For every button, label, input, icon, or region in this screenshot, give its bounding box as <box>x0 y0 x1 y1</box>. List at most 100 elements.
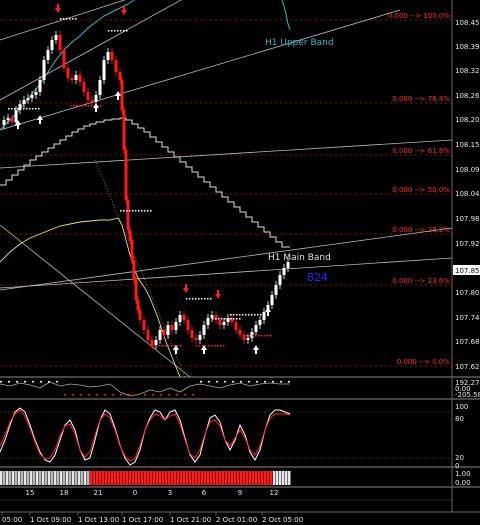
indicator3-bar <box>66 471 69 485</box>
date-label: 2 Oct 01:00 <box>216 516 257 524</box>
stop-dot <box>38 108 40 110</box>
indicator1-dot <box>232 381 234 383</box>
bull-candle <box>94 95 98 102</box>
bull-candle <box>254 325 258 332</box>
stop-dot <box>220 345 222 347</box>
stop-dot <box>254 314 256 316</box>
indicator3-bar <box>243 471 246 485</box>
indicator1-dot <box>56 381 58 383</box>
indicator3-bar <box>189 471 192 485</box>
bull-candle <box>98 80 102 95</box>
price-tick-label: 108.205 <box>455 116 480 124</box>
stop-dot <box>249 335 251 337</box>
stop-dot <box>218 318 220 320</box>
indicator3-bar <box>174 471 177 485</box>
bear-candle <box>142 320 146 330</box>
h1-main-band <box>0 117 290 248</box>
stop-dot <box>159 345 161 347</box>
indicator1-dot <box>64 394 66 396</box>
indicator3-bar <box>234 471 237 485</box>
indicator3-bar <box>156 471 159 485</box>
indicator-pane-3[interactable]: 1.00 0.00 <box>0 470 471 487</box>
stop-dot <box>23 108 25 110</box>
indicator3-bar <box>45 471 48 485</box>
stop-dot <box>211 345 213 347</box>
stop-dot <box>264 335 266 337</box>
indicator1-dot <box>272 381 274 383</box>
fib-level-label: 0.000 --> 76.4% <box>392 95 450 103</box>
indicator-pane-2-stochastic[interactable]: 100 80 20 0 <box>0 403 468 470</box>
indicator3-bar <box>81 471 84 485</box>
stop-dot <box>126 210 128 212</box>
trendline[interactable] <box>0 224 191 378</box>
bull-candle <box>106 52 110 60</box>
indicator1-dot <box>248 381 250 383</box>
trendline[interactable] <box>0 227 453 291</box>
indicator3-bar <box>111 471 114 485</box>
stop-dot <box>144 210 146 212</box>
stop-dot <box>252 335 254 337</box>
stop-dot <box>215 318 217 320</box>
bear-candle <box>66 68 70 78</box>
current-price: 107.852 <box>455 267 480 275</box>
indicator3-bar <box>252 471 255 485</box>
stop-dot <box>79 105 81 107</box>
trendline[interactable] <box>94 159 186 378</box>
date-label: 1 Oct 17:00 <box>122 516 163 524</box>
bull-candle <box>158 330 162 340</box>
stop-dot <box>20 108 22 110</box>
bear-candle <box>150 340 154 345</box>
bear-candle <box>146 330 150 340</box>
indicator3-bar <box>105 471 108 485</box>
stop-dot <box>162 345 164 347</box>
stop-dot <box>135 210 137 212</box>
trendline[interactable] <box>0 9 401 131</box>
stop-dot <box>76 105 78 107</box>
session-label: 15 <box>26 489 35 497</box>
stop-dot <box>221 318 223 320</box>
stop-dot <box>261 335 263 337</box>
ind2-tick: 20 <box>455 454 464 462</box>
trendline[interactable] <box>0 257 453 289</box>
bear-candle <box>78 75 82 82</box>
bull-candle <box>178 315 182 322</box>
indicator1-dot <box>120 394 122 396</box>
bull-candle <box>206 318 210 325</box>
bull-candle <box>210 315 214 318</box>
time-axis[interactable]: 05:00 1 Oct 09:00 1 Oct 13:00 1 Oct 17:00 1 … <box>1 512 303 524</box>
price-tick-label: 108.455 <box>455 19 480 27</box>
stop-dot <box>195 298 197 300</box>
price-tick-label: 108.155 <box>455 141 480 149</box>
stop-dot <box>260 314 262 316</box>
indicator3-bar <box>270 471 273 485</box>
stop-dot <box>147 210 149 212</box>
indicator1-dot <box>16 381 18 383</box>
indicator3-bar <box>276 471 279 485</box>
indicator3-bar <box>198 471 201 485</box>
indicator3-bar <box>12 471 15 485</box>
stop-dot <box>196 345 198 347</box>
indicator3-bar <box>165 471 168 485</box>
price-tick-label: 107.625 <box>455 363 480 371</box>
stop-dot <box>100 105 102 107</box>
trendline[interactable] <box>0 139 453 169</box>
trendline[interactable] <box>0 0 190 101</box>
sell-arrow-icon <box>183 284 189 293</box>
trendlines[interactable] <box>0 0 453 378</box>
bull-candle <box>278 275 282 285</box>
stop-dot <box>208 345 210 347</box>
stoch-signal-line <box>0 409 291 462</box>
indicator-pane-1[interactable]: 192.274 0.00 -205.58 <box>0 379 480 399</box>
indicator3-bar <box>90 471 93 485</box>
indicator3-bar <box>42 471 45 485</box>
trading-chart[interactable]: 0.000 --> 100.0% 0.000 --> 76.4% 0.000 -->… <box>0 0 480 525</box>
ind3-tick: 1.00 <box>455 470 471 478</box>
bear-candle <box>118 72 122 80</box>
stop-dot <box>210 298 212 300</box>
bull-candle <box>38 80 42 92</box>
indicator3-bar <box>222 471 225 485</box>
price-axis[interactable]: 108.455 108.390 108.325 108.265 108.205 108.1… <box>455 19 480 371</box>
main-price-pane[interactable]: 0.000 --> 100.0% 0.000 --> 76.4% 0.000 -->… <box>0 0 453 378</box>
stop-dot <box>223 345 225 347</box>
price-tick-label: 108.390 <box>455 43 480 51</box>
